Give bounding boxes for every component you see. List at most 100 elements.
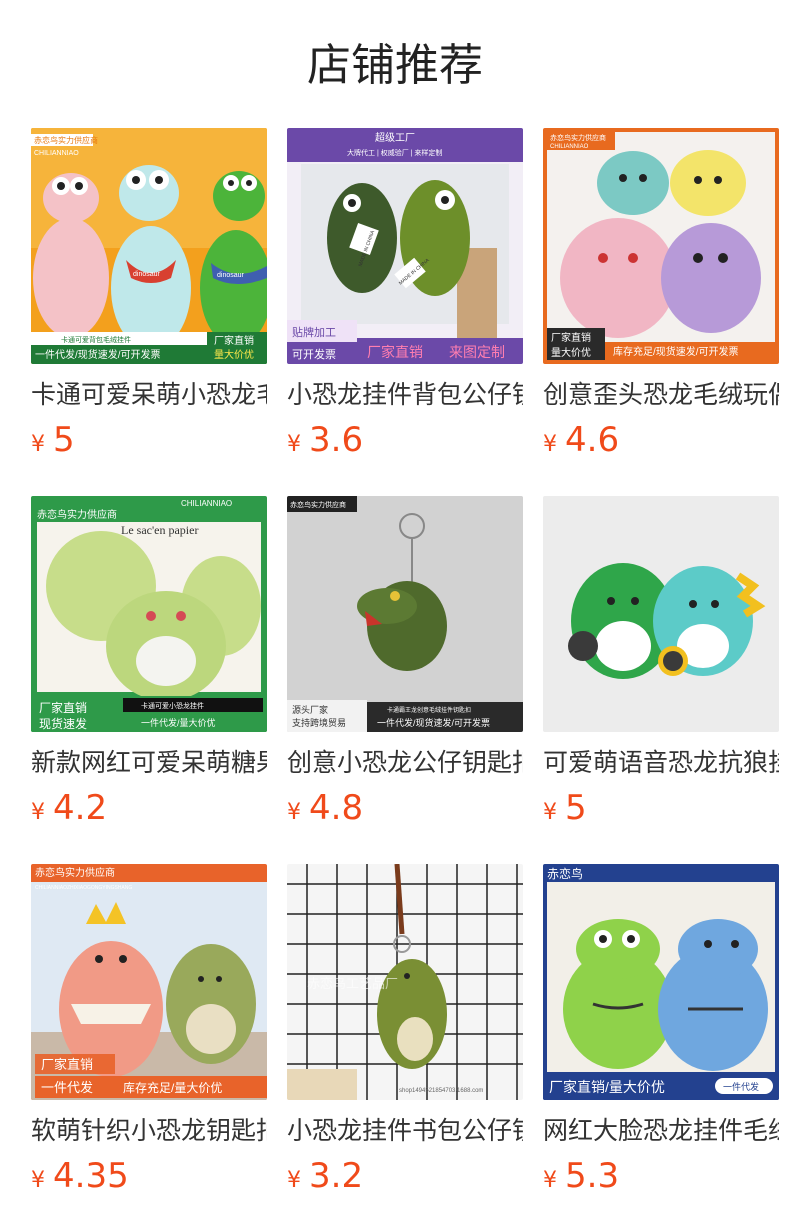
product-price: ¥3.6 (287, 418, 523, 468)
plush-dinosaur-image: CHILIANNIAO 赤恋鸟实力供应商 Le sac'en papier 厂家… (31, 496, 267, 732)
product-price: ¥5 (543, 786, 779, 836)
product-price: ¥4.35 (31, 1154, 267, 1204)
svg-text:赤恋鸟实力供应商: 赤恋鸟实力供应商 (35, 866, 115, 879)
svg-text:一件代发/现货速发/可开发票: 一件代发/现货速发/可开发票 (35, 348, 161, 361)
svg-text:赤恋鸟实力供应商: 赤恋鸟实力供应商 (34, 135, 98, 145)
svg-text:可开发票: 可开发票 (292, 347, 336, 361)
svg-text:卡通可爱小恐龙挂件: 卡通可爱小恐龙挂件 (141, 701, 204, 710)
svg-text:一件代发/量大价优: 一件代发/量大价优 (141, 717, 216, 728)
product-image[interactable]: 赤恋鸟工艺品厂 shop1494521854703.1688.com (287, 864, 523, 1100)
svg-text:CHILIANNIAO: CHILIANNIAO (34, 150, 79, 157)
plush-dinosaur-image: 赤恋鸟 厂家直销/量大价优 一件代发 (543, 864, 779, 1100)
price-value: 3.2 (309, 1156, 364, 1196)
product-card[interactable]: 赤恋鸟实力供应商 CHILIANNIAOZHIXIAOGONGYINGSHANG… (31, 864, 267, 1200)
svg-text:贴牌加工: 贴牌加工 (292, 325, 336, 339)
product-title[interactable]: 网红大脸恐龙挂件毛绒玩具 (543, 1114, 779, 1148)
svg-text:超级工厂: 超级工厂 (375, 131, 415, 144)
svg-text:一件代发/现货速发/可开发票: 一件代发/现货速发/可开发票 (377, 717, 490, 728)
currency-symbol: ¥ (287, 432, 301, 457)
product-title[interactable]: 卡通可爱呆萌小恐龙毛绒挂件 (31, 378, 267, 412)
product-price: ¥4.2 (31, 786, 267, 836)
product-title[interactable]: 创意小恐龙公仔钥匙扣挂件 (287, 746, 523, 780)
plush-dinosaur-image: 超级工厂 大牌代工 | 权威验厂 | 来样定制 MADE IN CHINA MA… (287, 128, 523, 364)
svg-text:来图定制: 来图定制 (449, 344, 505, 360)
svg-text:一件代发: 一件代发 (723, 1081, 759, 1092)
svg-text:量大价优: 量大价优 (551, 346, 591, 359)
plush-dinosaur-image: 赤恋鸟实力供应商 CHILIANNIAO dinosaur dinosaur 卡… (31, 128, 267, 364)
svg-text:赤恋鸟工艺品厂: 赤恋鸟工艺品厂 (307, 976, 398, 991)
currency-symbol: ¥ (543, 800, 557, 825)
product-image[interactable]: 赤恋鸟 厂家直销/量大价优 一件代发 (543, 864, 779, 1100)
product-image[interactable] (543, 496, 779, 732)
plush-dinosaur-image: 赤恋鸟实力供应商 源头厂家 支持跨境贸易 卡通霸王龙创意毛绒挂件钥匙扣 一件代发… (287, 496, 523, 732)
plush-dinosaur-image: 赤恋鸟实力供应商 CHILIANNIAO 厂家直销 量大价优 库存充足/现货速发… (543, 128, 779, 364)
currency-symbol: ¥ (31, 800, 45, 825)
product-image[interactable]: 超级工厂 大牌代工 | 权威验厂 | 来样定制 MADE IN CHINA MA… (287, 128, 523, 364)
product-title[interactable]: 创意歪头恐龙毛绒玩偶挂件 (543, 378, 779, 412)
svg-text:一件代发: 一件代发 (41, 1080, 93, 1095)
product-card[interactable]: 赤恋鸟实力供应商 源头厂家 支持跨境贸易 卡通霸王龙创意毛绒挂件钥匙扣 一件代发… (287, 496, 523, 832)
currency-symbol: ¥ (287, 800, 301, 825)
svg-text:库存充足/量大价优: 库存充足/量大价优 (123, 1080, 222, 1095)
price-value: 3.6 (309, 420, 364, 460)
product-card[interactable]: 可爱萌语音恐龙抗狼挂件 ¥5 (543, 496, 779, 832)
product-image[interactable]: 赤恋鸟实力供应商 CHILIANNIAO 厂家直销 量大价优 库存充足/现货速发… (543, 128, 779, 364)
svg-text:卡通霸王龙创意毛绒挂件钥匙扣: 卡通霸王龙创意毛绒挂件钥匙扣 (387, 706, 471, 714)
product-title[interactable]: 新款网红可爱呆萌糖果恐龙挂件 (31, 746, 267, 780)
svg-text:dinosaur: dinosaur (217, 272, 245, 279)
svg-text:赤恋鸟实力供应商: 赤恋鸟实力供应商 (290, 500, 346, 509)
price-value: 4.35 (53, 1156, 129, 1196)
plush-dinosaur-image: 赤恋鸟工艺品厂 shop1494521854703.1688.com (287, 864, 523, 1100)
currency-symbol: ¥ (287, 1168, 301, 1193)
svg-text:CHILIANNIAOZHIXIAOGONGYINGSHAN: CHILIANNIAOZHIXIAOGONGYINGSHANG (35, 885, 132, 891)
svg-text:大牌代工 | 权威验厂 | 来样定制: 大牌代工 | 权威验厂 | 来样定制 (347, 148, 442, 157)
price-value: 4.6 (565, 420, 620, 460)
product-title[interactable]: 小恐龙挂件书包公仔钥匙扣 (287, 1114, 523, 1148)
svg-text:shop1494521854703.1688.com: shop1494521854703.1688.com (399, 1088, 483, 1094)
product-card[interactable]: 赤恋鸟工艺品厂 shop1494521854703.1688.com 小恐龙挂件… (287, 864, 523, 1200)
product-price: ¥4.8 (287, 786, 523, 836)
svg-text:赤恋鸟实力供应商: 赤恋鸟实力供应商 (550, 133, 606, 142)
currency-symbol: ¥ (31, 432, 45, 457)
page-title: 店铺推荐 (307, 40, 483, 91)
plush-dinosaur-image (543, 496, 779, 732)
price-value: 5 (565, 788, 587, 828)
product-price: ¥3.2 (287, 1154, 523, 1204)
svg-text:CHILIANNIAO: CHILIANNIAO (550, 144, 589, 150)
product-price: ¥5.3 (543, 1154, 779, 1204)
svg-text:厂家直销: 厂家直销 (551, 331, 591, 344)
price-value: 4.2 (53, 788, 108, 828)
svg-text:量大价优: 量大价优 (214, 348, 254, 361)
currency-symbol: ¥ (31, 1168, 45, 1193)
product-price: ¥5 (31, 418, 267, 468)
svg-text:厂家直销: 厂家直销 (41, 1057, 93, 1072)
svg-text:厂家直销: 厂家直销 (214, 334, 254, 347)
product-image[interactable]: 赤恋鸟实力供应商 CHILIANNIAO dinosaur dinosaur 卡… (31, 128, 267, 364)
product-image[interactable]: 赤恋鸟实力供应商 源头厂家 支持跨境贸易 卡通霸王龙创意毛绒挂件钥匙扣 一件代发… (287, 496, 523, 732)
currency-symbol: ¥ (543, 432, 557, 457)
svg-text:现货速发: 现货速发 (39, 716, 87, 731)
product-card[interactable]: 赤恋鸟实力供应商 CHILIANNIAO 厂家直销 量大价优 库存充足/现货速发… (543, 128, 779, 464)
product-card[interactable]: 赤恋鸟实力供应商 CHILIANNIAO dinosaur dinosaur 卡… (31, 128, 267, 464)
svg-text:支持跨境贸易: 支持跨境贸易 (292, 717, 346, 728)
product-title[interactable]: 软萌针织小恐龙钥匙扣挂件 (31, 1114, 267, 1148)
product-title[interactable]: 小恐龙挂件背包公仔钥匙扣 (287, 378, 523, 412)
currency-symbol: ¥ (543, 1168, 557, 1193)
svg-text:dinosaur: dinosaur (133, 271, 161, 278)
product-card[interactable]: 超级工厂 大牌代工 | 权威验厂 | 来样定制 MADE IN CHINA MA… (287, 128, 523, 464)
product-card[interactable]: 赤恋鸟 厂家直销/量大价优 一件代发 网红大脸恐龙挂件毛绒玩具 (543, 864, 779, 1200)
svg-text:赤恋鸟实力供应商: 赤恋鸟实力供应商 (37, 508, 117, 521)
product-image[interactable]: CHILIANNIAO 赤恋鸟实力供应商 Le sac'en papier 厂家… (31, 496, 267, 732)
product-card[interactable]: CHILIANNIAO 赤恋鸟实力供应商 Le sac'en papier 厂家… (31, 496, 267, 832)
svg-text:赤恋鸟: 赤恋鸟 (547, 866, 583, 881)
price-value: 5.3 (565, 1156, 620, 1196)
svg-text:Le sac'en papier: Le sac'en papier (121, 523, 198, 537)
svg-text:厂家直销: 厂家直销 (367, 344, 423, 360)
product-image[interactable]: 赤恋鸟实力供应商 CHILIANNIAOZHIXIAOGONGYINGSHANG… (31, 864, 267, 1100)
product-grid: 赤恋鸟实力供应商 CHILIANNIAO dinosaur dinosaur 卡… (31, 128, 779, 1200)
product-title[interactable]: 可爱萌语音恐龙抗狼挂件 (543, 746, 779, 780)
svg-text:CHILIANNIAO: CHILIANNIAO (181, 499, 232, 508)
svg-text:厂家直销: 厂家直销 (39, 700, 87, 715)
svg-text:源头厂家: 源头厂家 (292, 704, 328, 715)
product-price: ¥4.6 (543, 418, 779, 468)
